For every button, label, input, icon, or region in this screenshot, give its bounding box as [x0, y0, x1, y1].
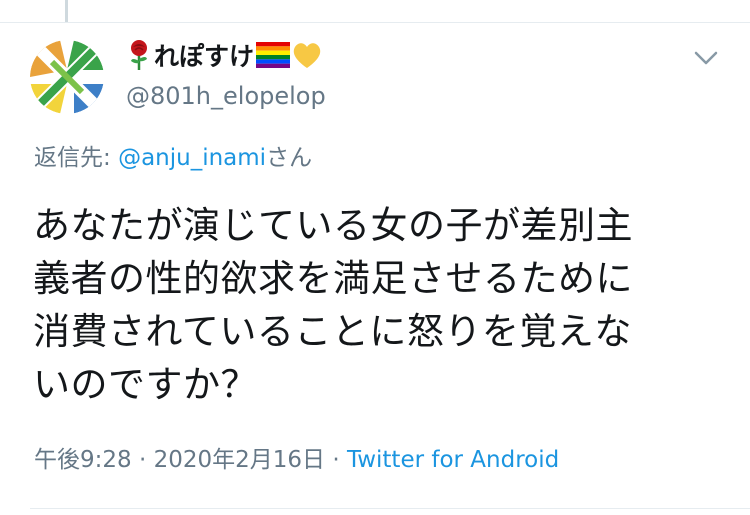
tweet-meta: 午後9:28 · 2020年2月16日 · Twitter for Androi…: [34, 444, 559, 476]
bottom-divider: [30, 508, 750, 509]
author-display-name: れぽすけ: [154, 42, 255, 71]
tweet-date[interactable]: 2020年2月16日: [154, 447, 325, 473]
reply-to-line: 返信先: @anju_inamiさん: [34, 142, 312, 174]
reply-suffix: さん: [266, 145, 313, 171]
tweet-text: あなたが演じている女の子が差別主 義者の性的欲求を満足させるために 消費されてい…: [33, 199, 723, 411]
thread-connector-line: [65, 0, 68, 22]
yellow-heart-icon: [292, 41, 322, 73]
tweet-text-line: あなたが演じている女の子が差別主: [33, 204, 633, 247]
chevron-down-icon[interactable]: [690, 44, 722, 72]
reply-prefix: 返信先:: [34, 145, 119, 171]
avatar[interactable]: [30, 40, 104, 114]
tweet-source-link[interactable]: Twitter for Android: [347, 447, 559, 473]
top-divider: [0, 22, 750, 23]
tweet-text-line: 義者の性的欲求を満足させるために: [33, 257, 633, 300]
avatar-image: [30, 40, 104, 114]
tweet-text-line: いのですか？: [33, 363, 258, 406]
rose-icon: [126, 39, 152, 75]
rainbow-flag-icon: [256, 42, 291, 72]
reply-mention-link[interactable]: @anju_inami: [118, 145, 266, 171]
author-handle[interactable]: @801h_elopelop: [126, 80, 326, 112]
tweet-detail-screen: れぽすけ @801h_elopelop 返信先: @anju_inamiさん あ…: [0, 0, 750, 515]
meta-separator: ·: [131, 447, 154, 473]
tweet-text-line: 消費されていることに怒りを覚えな: [33, 310, 632, 353]
tweet-time[interactable]: 午後9:28: [34, 447, 132, 473]
meta-separator: ·: [325, 447, 347, 473]
author-name-row[interactable]: れぽすけ: [126, 40, 322, 74]
